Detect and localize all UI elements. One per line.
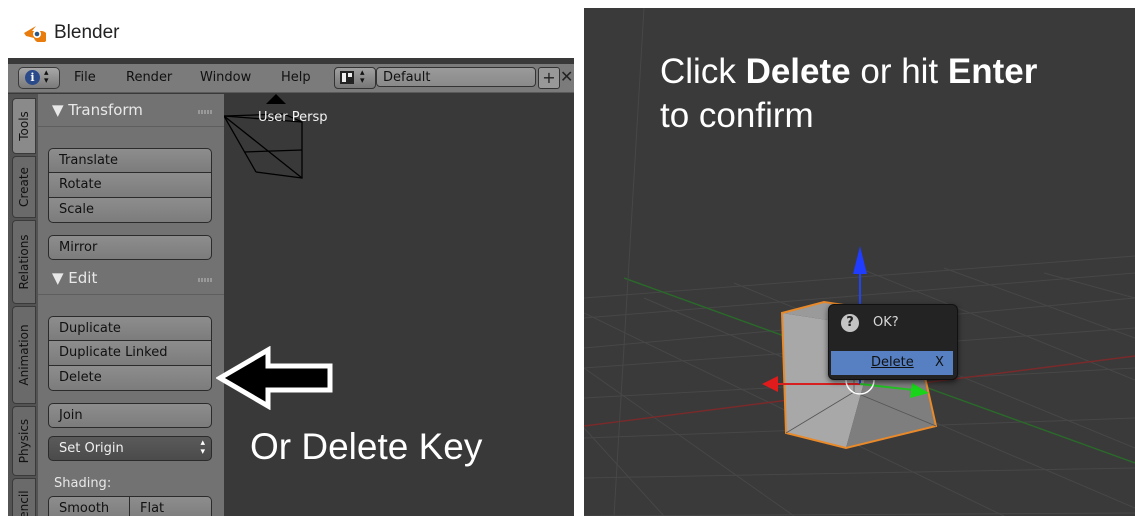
translate-button[interactable]: Translate	[48, 148, 212, 173]
tab-pencil[interactable]: Pencil	[12, 478, 36, 516]
editor-type-button[interactable]: i ▴ ▾	[18, 67, 60, 89]
mirror-button[interactable]: Mirror	[48, 235, 212, 260]
smooth-button[interactable]: Smooth	[48, 496, 130, 516]
layout-grid-icon	[340, 71, 354, 84]
window-title-bar: Blender	[8, 8, 574, 58]
left-arrow-pointer-icon	[216, 346, 333, 410]
tab-relations[interactable]: Relations	[12, 220, 36, 304]
tab-physics[interactable]: Physics	[12, 406, 36, 476]
duplicate-linked-button[interactable]: Duplicate Linked	[48, 341, 212, 366]
instruction-text: Click Delete or hit Enter to confirm	[660, 50, 1037, 138]
set-origin-dropdown[interactable]: Set Origin ▴ ▾	[48, 436, 212, 461]
edit-panel-header[interactable]: ▼ Edit	[38, 264, 224, 295]
menu-help[interactable]: Help	[281, 70, 311, 85]
drag-grip-icon[interactable]	[198, 110, 212, 114]
duplicate-button[interactable]: Duplicate	[48, 316, 212, 341]
delete-key-annotation: Or Delete Key	[250, 426, 483, 467]
dialog-delete-item[interactable]: Delete X	[831, 351, 953, 375]
tab-tools[interactable]: Tools	[12, 98, 36, 154]
tab-animation[interactable]: Animation	[12, 306, 36, 404]
drag-grip-icon[interactable]	[198, 278, 212, 282]
blender-logo-icon	[24, 26, 46, 42]
rotate-button[interactable]: Rotate	[48, 173, 212, 198]
flat-button[interactable]: Flat	[130, 496, 212, 516]
shading-label: Shading:	[54, 476, 112, 491]
tab-create[interactable]: Create	[12, 156, 36, 218]
tool-shelf-tabs: Tools Create Relations Animation Physics…	[8, 94, 38, 516]
join-button[interactable]: Join	[48, 403, 212, 428]
panel-divider	[574, 0, 584, 516]
menu-file[interactable]: File	[74, 70, 96, 85]
app-title: Blender	[54, 22, 120, 43]
help-icon: ?	[841, 314, 859, 332]
menu-bar: i ▴ ▾ File Render Window Help ▴ ▾ Default …	[8, 64, 574, 93]
blender-right-screenshot: Click Delete or hit Enter to confirm ? O…	[584, 8, 1135, 516]
confirm-dialog: ? OK? Delete X	[828, 304, 958, 380]
screen-layout-field[interactable]: Default	[376, 67, 536, 87]
add-layout-button[interactable]: +	[538, 67, 560, 89]
info-icon: i	[25, 70, 40, 85]
close-layout-icon[interactable]: ✕	[560, 67, 573, 86]
instruction-line-1: Click Delete or hit Enter	[660, 52, 1038, 91]
screen-layout-selector[interactable]: ▴ ▾	[334, 67, 376, 89]
updown-arrows-icon: ▴ ▾	[360, 68, 365, 86]
updown-arrows-icon: ▴ ▾	[44, 68, 49, 86]
transform-panel-header[interactable]: ▼ Transform	[38, 96, 224, 127]
menu-render[interactable]: Render	[126, 70, 172, 85]
view-label: User Persp	[258, 110, 328, 125]
tool-shelf: ▼ Transform Translate Rotate Scale Mirro…	[38, 94, 224, 516]
menu-window[interactable]: Window	[200, 70, 251, 85]
scale-button[interactable]: Scale	[48, 198, 212, 223]
camera-object	[224, 94, 303, 179]
instruction-line-2: to confirm	[660, 96, 814, 135]
dialog-title: OK?	[873, 315, 899, 330]
delete-button[interactable]: Delete	[48, 366, 212, 391]
updown-arrows-icon: ▴ ▾	[200, 438, 205, 457]
blender-left-screenshot: Blender i ▴ ▾ File Render Window Help ▴ ▾ …	[8, 8, 574, 516]
